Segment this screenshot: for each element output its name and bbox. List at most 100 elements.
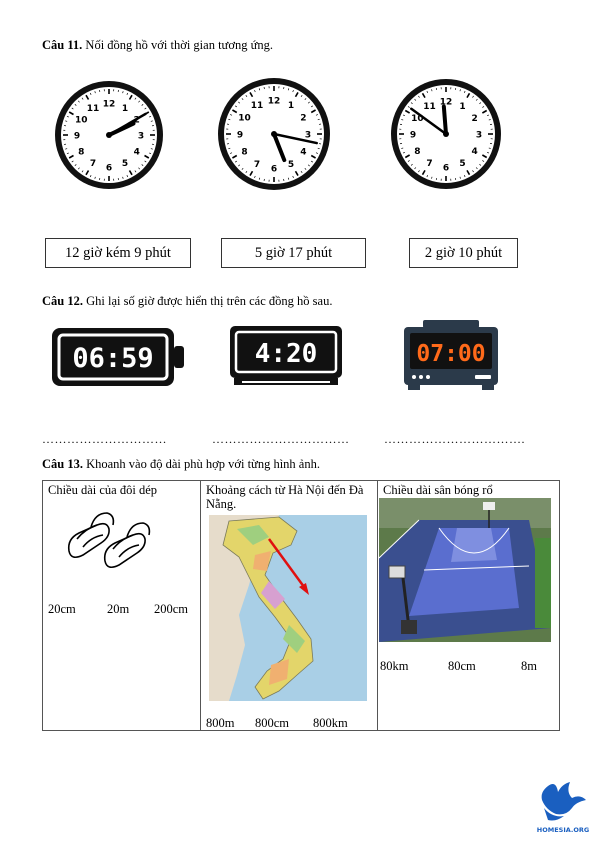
vietnam-map-image — [209, 515, 367, 701]
cell-title: Chiều dài sân bóng rổ — [383, 483, 493, 497]
answer-blank-dots: ………………………… — [42, 432, 167, 446]
option-20m[interactable]: 20m — [107, 602, 129, 617]
analog-clock-3: 12 1234567891011 — [391, 79, 501, 189]
clock-number: 4 — [471, 147, 477, 157]
clock-dot — [419, 375, 423, 379]
clock-number: 1 — [122, 104, 128, 114]
cell-title: Chiều dài của đôi dép — [48, 483, 157, 497]
question-12-label: Câu 12. — [42, 294, 83, 308]
clock-number: 9 — [237, 131, 243, 141]
sandals-image — [67, 512, 151, 569]
clock-dot — [412, 375, 416, 379]
answer-blank-dots: ……………………………. — [384, 432, 525, 446]
question-13-heading: Câu 13. Khoanh vào độ dài phù hợp với từ… — [42, 457, 320, 472]
question-12-text: Ghi lại số giờ được hiển thị trên các đồ… — [82, 294, 333, 308]
clock-number: 1 — [288, 101, 294, 111]
clock-center — [271, 131, 277, 137]
clock-number: 11 — [423, 102, 436, 112]
clock-number: 7 — [426, 159, 432, 169]
answer-blank-dots: …………………………… — [212, 432, 350, 446]
question-11-heading: Câu 11. Nối đồng hồ với thời gian tương … — [42, 38, 273, 53]
question-11-label: Câu 11. — [42, 38, 83, 52]
table-cell-sandals: Chiều dài của đôi dép 20cm 20m 200cm — [42, 480, 201, 731]
clock-number: 12 — [103, 100, 116, 110]
digital-time-1: 06:59 — [72, 343, 153, 374]
clock-number: 3 — [305, 131, 311, 141]
digital-time-3: 07:00 — [416, 341, 485, 367]
hour-hand — [441, 104, 448, 136]
clock-number: 2 — [300, 114, 306, 124]
question-13-label: Câu 13. — [42, 457, 83, 471]
clock-button — [475, 375, 491, 379]
clock-number: 7 — [254, 160, 260, 170]
clock-top — [423, 320, 479, 328]
answer-blank-3[interactable]: ……………………………. — [384, 432, 525, 447]
clock-number: 8 — [414, 147, 420, 157]
time-answer-text: 12 giờ kém 9 phút — [65, 244, 171, 261]
time-answer-box-3[interactable]: 2 giờ 10 phút — [409, 238, 518, 268]
grass — [535, 538, 551, 628]
analog-clock-2: 12 12 3 45 6 78 9 1011 — [218, 78, 330, 190]
key-area — [451, 528, 497, 562]
question-11-text: Nối đồng hồ với thời gian tương ứng. — [82, 38, 273, 52]
clock-foot — [482, 385, 494, 390]
option-20cm[interactable]: 20cm — [48, 602, 76, 617]
clock-number: 11 — [251, 101, 264, 111]
clock-number: 4 — [300, 148, 306, 158]
clock-number: 6 — [271, 165, 277, 175]
clock-center — [106, 132, 112, 138]
clock-number: 2 — [471, 114, 477, 124]
time-answer-text: 2 giờ 10 phút — [424, 244, 503, 261]
clock-dot — [426, 375, 430, 379]
digital-time-2: 4:20 — [255, 339, 318, 369]
digital-clock-3: 07:00 — [404, 320, 498, 390]
answer-blank-2[interactable]: …………………………… — [212, 432, 350, 447]
option-80cm[interactable]: 80cm — [448, 659, 476, 674]
clock-foot — [408, 385, 420, 390]
clock-number: 8 — [241, 148, 247, 158]
clock-number: 12 — [268, 97, 281, 107]
option-800km[interactable]: 800km — [313, 716, 348, 731]
time-answer-box-1[interactable]: 12 giờ kém 9 phút — [45, 238, 191, 268]
clock-number: 3 — [476, 131, 482, 141]
option-800cm[interactable]: 800cm — [255, 716, 289, 731]
option-8m[interactable]: 8m — [521, 659, 537, 674]
clock-number: 6 — [106, 164, 112, 174]
analog-clock-1: 12 1234567891011 — [55, 81, 163, 189]
option-80km[interactable]: 80km — [380, 659, 408, 674]
clock-number: 7 — [90, 159, 96, 169]
digital-clock-1: 06:59 — [52, 328, 184, 386]
table-cell-map: Khoảng cách từ Hà Nội đến Đà Nẵng. 800m … — [200, 480, 378, 731]
clock-number: 10 — [238, 114, 251, 124]
clock-number: 3 — [138, 132, 144, 142]
logo-text: HOMESIA.ORG — [537, 826, 589, 834]
clock-number: 4 — [134, 148, 140, 158]
answer-blank-1[interactable]: ………………………… — [42, 432, 167, 447]
time-answer-text: 5 giờ 17 phút — [254, 244, 333, 261]
option-800m[interactable]: 800m — [206, 716, 234, 731]
basketball-court-image — [379, 498, 551, 642]
hoop-base — [401, 620, 417, 634]
clock-button — [174, 346, 184, 368]
clock-number: 12 — [440, 98, 453, 108]
homesia-logo: HOMESIA.ORG — [537, 782, 589, 834]
clock-base-line — [242, 381, 330, 383]
backboard — [388, 565, 406, 579]
clock-number: 10 — [75, 116, 88, 126]
question-12-heading: Câu 12. Ghi lại số giờ được hiển thị trê… — [42, 294, 332, 309]
digital-clock-2: 4:20 — [230, 326, 342, 385]
clock-number: 9 — [74, 132, 80, 142]
time-answer-box-2[interactable]: 5 giờ 17 phút — [221, 238, 366, 268]
clock-number: 5 — [122, 159, 128, 169]
length-table: Chiều dài của đôi dép 20cm 20m 200cm Kho… — [42, 480, 560, 731]
option-200cm[interactable]: 200cm — [154, 602, 188, 617]
clock-number: 6 — [443, 164, 449, 174]
clock-number: 8 — [78, 148, 84, 158]
logo-bird — [541, 782, 586, 815]
cell-title: Khoảng cách từ Hà Nội đến Đà Nẵng. — [206, 483, 364, 511]
clock-number: 5 — [459, 159, 465, 169]
backboard — [483, 502, 495, 510]
clock-number: 1 — [459, 102, 465, 112]
question-13-text: Khoanh vào độ dài phù hợp với từng hình … — [82, 457, 320, 471]
clock-number: 11 — [87, 104, 100, 114]
